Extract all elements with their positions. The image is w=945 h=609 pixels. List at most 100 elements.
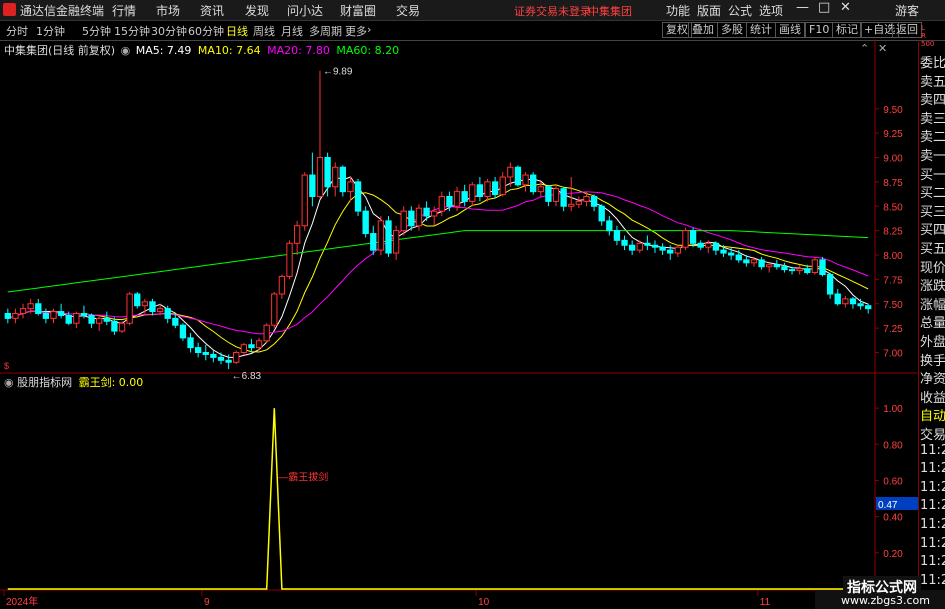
minimize-icon[interactable]: — <box>796 0 809 15</box>
settings-icon[interactable]: ◉ <box>121 44 131 57</box>
period-tab[interactable]: 1分钟 <box>36 23 65 39</box>
menu-item-trade[interactable]: 交易 <box>396 2 420 19</box>
menu-item-options[interactable]: 选项 <box>759 2 783 19</box>
toolbar-button[interactable]: 叠加 <box>688 22 718 38</box>
price-tick-label: 7.50 <box>883 300 903 311</box>
candle-body <box>773 264 780 268</box>
main-panel-title: 中集集团(日线 前复权) <box>4 44 116 57</box>
candle-body <box>80 313 88 316</box>
login-notice[interactable]: 证券交易未登录 <box>514 3 591 19</box>
candle-body <box>598 205 605 222</box>
ma20-label: MA20: 7.80 <box>267 44 330 57</box>
candle-body <box>446 196 453 207</box>
indicator-title: 股朋指标网 <box>17 376 73 389</box>
candle-body <box>210 353 217 358</box>
candle-body <box>347 181 354 193</box>
candle-body <box>811 259 819 274</box>
candle-body <box>469 184 476 202</box>
side-panel-item: 11:29 <box>920 442 945 458</box>
period-tab[interactable]: 30分钟 <box>151 23 187 39</box>
time-tick-label: 2024年 <box>6 595 38 608</box>
candle-body <box>35 303 42 314</box>
kline-chart[interactable]: 9.50 9.25 9.00 8.75 8.50 8.25 8.00 7.75 7.50 7.25… <box>0 40 945 609</box>
candle-body <box>689 230 697 244</box>
watermark: 指标公式网 www.zbgs3.com <box>815 576 945 609</box>
menu-item-market[interactable]: 行情 <box>112 2 136 19</box>
candle-body <box>804 268 811 274</box>
side-panel-item: 买二 <box>920 186 945 202</box>
toolbar-button[interactable]: F10 <box>805 22 834 38</box>
menu-item-function[interactable]: 功能 <box>666 2 690 19</box>
candle-body <box>233 352 240 363</box>
candle-body <box>12 313 19 319</box>
menu-item-discover[interactable]: 发现 <box>245 2 269 19</box>
toolbar-button[interactable]: 统计 <box>746 22 776 38</box>
panel-collapse-icon[interactable]: ⌃ <box>860 42 869 55</box>
ma60-label: MA60: 8.20 <box>336 44 400 57</box>
candle-body <box>103 317 110 322</box>
period-tab-more[interactable]: 更多 <box>345 23 367 39</box>
indicator-tick-label: 0.20 <box>883 549 903 560</box>
candle-body <box>697 242 704 248</box>
side-panel-item: 外盘 <box>920 335 945 350</box>
candle-body <box>187 337 194 349</box>
side-panel-item: 卖四 <box>920 93 945 109</box>
menu-item-formula[interactable]: 公式 <box>728 2 752 19</box>
candle-body <box>156 308 164 313</box>
side-panel-item: 卖一 <box>920 149 945 164</box>
guest-label[interactable]: 游客 <box>895 2 919 19</box>
toolbar-button[interactable]: 多股 <box>717 22 747 38</box>
period-tab[interactable]: 分时 <box>6 23 28 39</box>
candle-body <box>385 220 392 254</box>
indicator-tick-label: 0.80 <box>883 440 903 451</box>
toolbar-button[interactable]: 画线 <box>775 22 805 38</box>
chevron-right-icon[interactable]: › <box>367 23 371 36</box>
candle-body <box>796 268 803 272</box>
menu-item-wealth[interactable]: 财富圈 <box>340 2 376 19</box>
side-panel-item: 11:29 <box>920 535 945 551</box>
candle-body <box>194 347 202 353</box>
candle-body <box>354 181 362 212</box>
candle-body <box>324 157 331 188</box>
menu-item-news[interactable]: 资讯 <box>200 2 224 19</box>
candle-body <box>431 210 438 217</box>
ma5-line <box>7 175 869 358</box>
menu-item-exchange[interactable]: 市场 <box>156 2 180 19</box>
candle-body <box>849 298 857 305</box>
candle-body <box>766 264 773 268</box>
side-panel-item: 买三 <box>920 204 945 220</box>
candle-body <box>499 176 506 196</box>
maximize-icon[interactable]: □ <box>818 0 830 15</box>
candle-body <box>476 184 484 198</box>
price-tick-label: 9.50 <box>883 105 903 116</box>
period-tab[interactable]: 5分钟 <box>82 23 111 39</box>
candle-body <box>743 259 750 264</box>
candle-body <box>750 259 758 264</box>
close-icon[interactable]: ✕ <box>840 0 851 15</box>
panel-close-icon[interactable]: ✕ <box>878 42 887 55</box>
side-panel-item: 净资 <box>920 372 945 388</box>
menu-item-ask[interactable]: 问小达 <box>287 2 323 19</box>
period-tab[interactable]: 60分钟 <box>188 23 224 39</box>
side-panel-item: 涨跌 <box>920 279 945 295</box>
watermark-url: www.zbgs3.com <box>841 594 930 607</box>
indicator-panel-header: ◉ 股朋指标网 霸王剑: 0.00 <box>4 374 143 390</box>
toolbar-button[interactable]: 返回 <box>892 22 922 38</box>
toolbar-button[interactable]: 标记 <box>832 22 862 38</box>
candle-body <box>530 174 537 193</box>
price-tick-label: 7.00 <box>883 349 903 360</box>
period-tab[interactable]: 周线 <box>253 23 275 39</box>
candle-body <box>461 191 468 202</box>
period-tab[interactable]: 月线 <box>281 23 303 39</box>
period-tab-active[interactable]: 日线 <box>226 23 248 39</box>
period-tab[interactable]: 多周期 <box>309 23 342 39</box>
candle-body <box>537 186 544 193</box>
menu-item-layout[interactable]: 版面 <box>697 2 721 19</box>
settings-icon[interactable]: ◉ <box>4 376 14 389</box>
time-tick-label: 11 <box>760 597 771 608</box>
indicator-value: 霸王剑: 0.00 <box>78 376 144 389</box>
period-tab[interactable]: 15分钟 <box>114 23 150 39</box>
candle-body <box>826 274 834 295</box>
candle-body <box>65 314 72 324</box>
candle-body <box>240 344 248 354</box>
